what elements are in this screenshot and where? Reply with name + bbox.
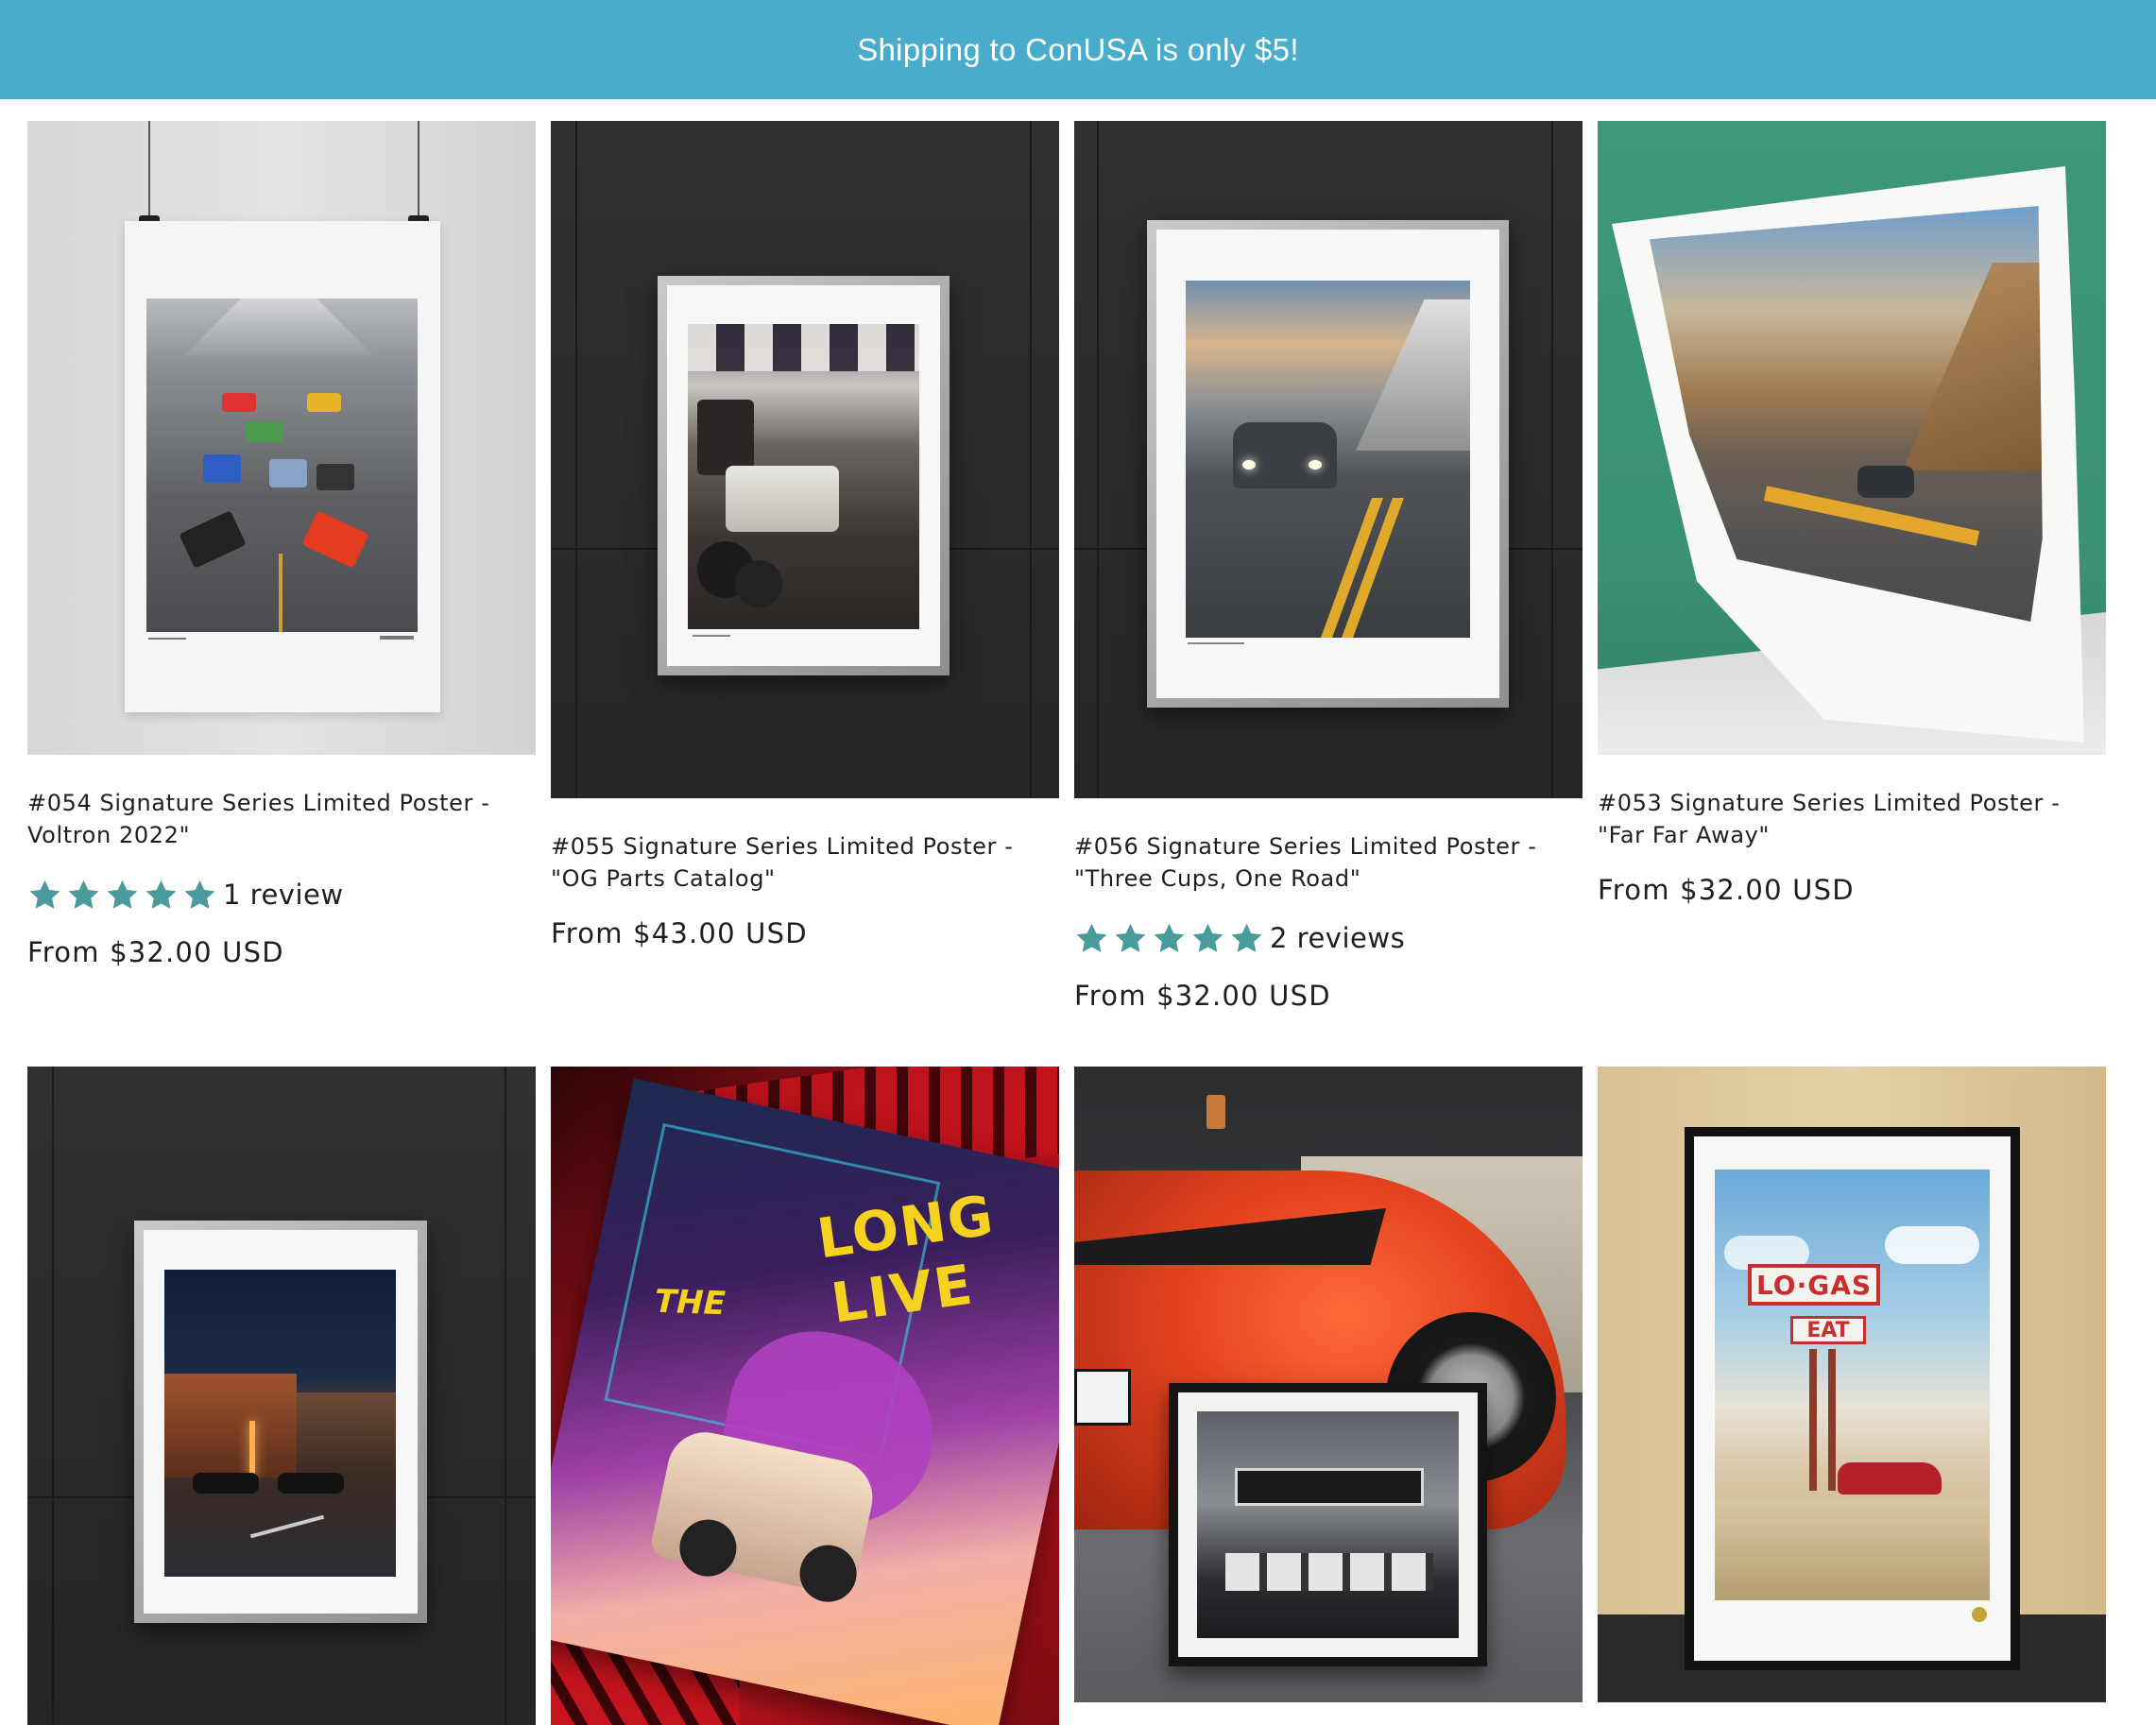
star-icon (68, 880, 99, 909)
product-title[interactable]: #055 Signature Series Limited Poster - "… (551, 830, 1059, 895)
lo-gas-eat-poster-image[interactable]: LO·GAS EAT (1598, 1067, 2106, 1702)
star-icon (1115, 923, 1146, 952)
product-image-far-far-away[interactable] (1598, 121, 2106, 755)
red-porsche-garage-poster-image[interactable] (1074, 1067, 1583, 1702)
announcement-bar: Shipping to ConUSA is only $5! (0, 0, 2156, 99)
star-icon (1192, 923, 1223, 952)
product-price: From $32.00 USD (27, 936, 284, 968)
product-card[interactable]: #054 Signature Series Limited Poster - V… (27, 121, 536, 968)
star-icon (29, 880, 60, 909)
star-rating (27, 878, 217, 913)
product-price: From $32.00 USD (1598, 874, 1855, 906)
product-card[interactable]: #053 Signature Series Limited Poster - "… (1598, 121, 2106, 906)
product-rating: 2 reviews (1074, 919, 1583, 957)
product-image-og-parts-catalog[interactable] (551, 121, 1059, 798)
artwork-text-eat: EAT (1790, 1316, 1866, 1344)
product-card[interactable]: #056 Signature Series Limited Poster - "… (1074, 121, 1583, 1012)
review-count: 2 reviews (1270, 922, 1406, 954)
review-count: 1 review (223, 879, 344, 911)
product-image-three-cups-one-road[interactable] (1074, 121, 1583, 798)
product-card[interactable] (27, 1067, 536, 1725)
product-rating: 1 review (27, 876, 536, 914)
product-card[interactable]: #055 Signature Series Limited Poster - "… (551, 121, 1059, 949)
star-icon (1076, 923, 1107, 952)
star-icon (1154, 923, 1185, 952)
long-live-the-80s-poster-image[interactable]: LONG LIVE THE (551, 1067, 1059, 1725)
product-title[interactable]: #053 Signature Series Limited Poster - "… (1598, 787, 2106, 851)
product-card[interactable] (1074, 1067, 1583, 1702)
star-icon (145, 880, 177, 909)
product-card[interactable]: LO·GAS EAT (1598, 1067, 2106, 1702)
star-icon (184, 880, 215, 909)
announcement-text: Shipping to ConUSA is only $5! (857, 31, 1299, 67)
artwork-text-lo-gas: LO·GAS (1748, 1264, 1880, 1306)
framed-night-street-poster-image[interactable] (27, 1067, 536, 1725)
artwork-text-the: THE (654, 1282, 727, 1324)
product-card[interactable]: LONG LIVE THE (551, 1067, 1059, 1725)
star-icon (1231, 923, 1262, 952)
product-image-voltron[interactable] (27, 121, 536, 755)
star-icon (107, 880, 138, 909)
product-title[interactable]: #054 Signature Series Limited Poster - V… (27, 787, 536, 851)
star-rating (1074, 921, 1264, 956)
product-title[interactable]: #056 Signature Series Limited Poster - "… (1074, 830, 1583, 895)
product-price: From $43.00 USD (551, 917, 808, 949)
product-price: From $32.00 USD (1074, 980, 1331, 1012)
